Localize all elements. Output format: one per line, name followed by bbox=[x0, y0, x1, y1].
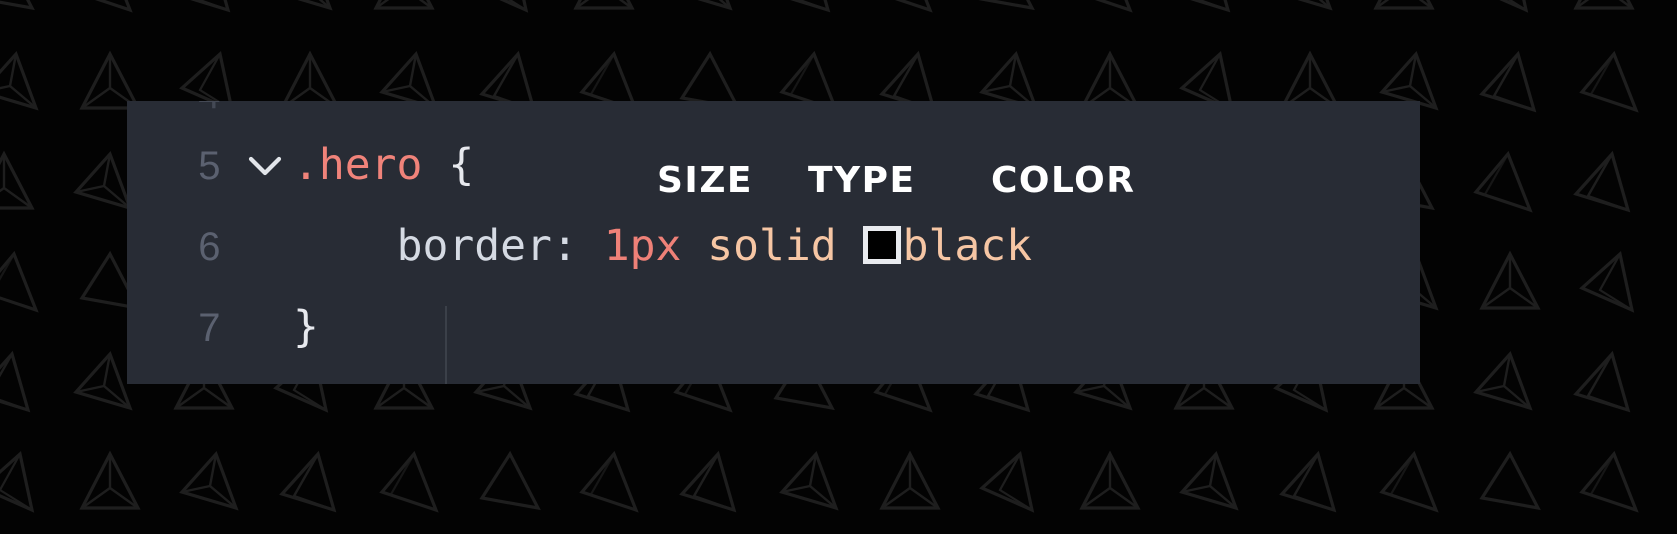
line-number-6: 6 bbox=[198, 224, 221, 269]
space-6a bbox=[578, 221, 604, 271]
annotation-label-type: TYPE bbox=[808, 160, 916, 201]
code-line-7[interactable]: 7 } bbox=[127, 287, 1420, 368]
annotation-label-color: COLOR bbox=[991, 160, 1136, 201]
css-property-border: border bbox=[396, 221, 552, 271]
colon-punct: : bbox=[551, 221, 578, 271]
css-selector-hero: .hero bbox=[293, 140, 423, 190]
css-value-color: black bbox=[902, 221, 1033, 271]
space-6c bbox=[837, 221, 863, 271]
code-text-6: border: 1px solid black bbox=[293, 225, 1420, 268]
fold-toggle-5[interactable] bbox=[237, 155, 293, 177]
code-line-5[interactable]: 5 .hero { bbox=[127, 125, 1420, 206]
line-number-5: 5 bbox=[198, 143, 221, 188]
line-number-4: 4 bbox=[127, 101, 237, 115]
chevron-down-icon[interactable] bbox=[248, 155, 282, 177]
space-5a bbox=[422, 140, 448, 190]
open-brace: { bbox=[448, 140, 475, 190]
line-number-7: 7 bbox=[198, 305, 221, 350]
code-line-partial-4: 4 bbox=[127, 101, 1420, 115]
space-6b bbox=[681, 221, 707, 271]
color-swatch-preview[interactable] bbox=[862, 226, 901, 264]
screenshot-root: 4 5 .hero { 6 border: 1px solid black 7 bbox=[0, 0, 1677, 534]
line6-indent bbox=[293, 221, 397, 271]
code-line-6[interactable]: 6 border: 1px solid black bbox=[127, 206, 1420, 287]
css-value-type: solid bbox=[707, 221, 837, 271]
close-brace: } bbox=[293, 302, 319, 352]
indent-guide bbox=[445, 306, 447, 384]
code-editor-panel: 4 5 .hero { 6 border: 1px solid black 7 bbox=[127, 101, 1420, 384]
css-value-size: 1px bbox=[603, 221, 682, 271]
code-text-7: } bbox=[293, 306, 1420, 349]
annotation-label-size: SIZE bbox=[657, 160, 754, 201]
